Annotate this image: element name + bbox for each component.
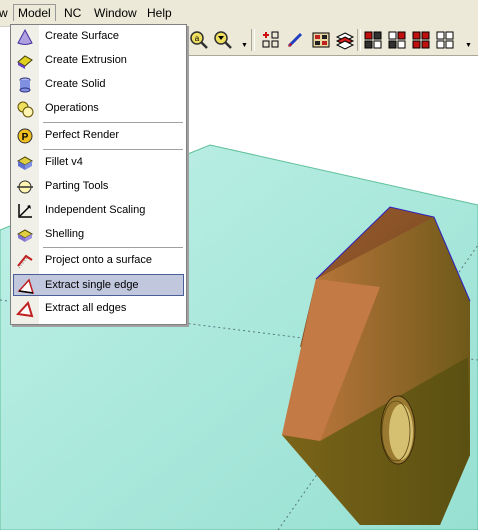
fillet-icon <box>16 156 34 170</box>
menu-item-label: Independent Scaling <box>45 204 146 216</box>
menu-item-label: Create Surface <box>45 30 119 42</box>
scaling-icon <box>18 204 32 218</box>
menu-item-extract-single-edge[interactable]: Extract single edge <box>13 274 184 296</box>
toolbar-dropdown-icon-2[interactable]: ▼ <box>465 42 472 49</box>
menu-item-label: Parting Tools <box>45 180 109 192</box>
menu-nc[interactable]: NC <box>64 6 81 20</box>
menu-item-create-solid[interactable]: Create Solid <box>11 74 186 96</box>
menu-item-label: Extract single edge <box>45 279 139 291</box>
operations-icon <box>17 101 34 118</box>
toolbar: a ▼ ▼ <box>185 26 478 56</box>
zoom-icon[interactable]: a <box>189 30 209 50</box>
menu-item-create-surface[interactable]: Create Surface <box>11 26 186 48</box>
extract-edge-icon <box>17 278 35 294</box>
project-icon <box>17 254 33 269</box>
zoom-window-icon[interactable] <box>213 30 233 50</box>
solid-cylinder-icon <box>19 77 31 93</box>
surface-icon <box>17 28 33 45</box>
svg-text:P: P <box>22 132 29 143</box>
extract-all-edges-icon <box>16 301 34 318</box>
toolbar-dropdown-icon[interactable]: ▼ <box>241 42 248 49</box>
menu-item-create-extrusion[interactable]: Create Extrusion <box>11 50 186 72</box>
svg-text:a: a <box>195 34 200 43</box>
menu-item-perfect-render[interactable]: P Perfect Render <box>11 125 186 147</box>
toolbar-separator <box>251 29 255 51</box>
menu-separator <box>43 149 183 151</box>
menu-separator <box>43 122 183 124</box>
menu-item-label: Project onto a surface <box>45 254 153 266</box>
part-hole-inner <box>389 404 413 460</box>
menu-item-label: Shelling <box>45 228 85 240</box>
menu-item-parting-tools[interactable]: Parting Tools <box>11 176 186 198</box>
extrusion-icon <box>17 55 33 69</box>
menu-item-extract-all-edges[interactable]: Extract all edges <box>11 298 186 320</box>
view-quad-icon[interactable] <box>411 30 431 50</box>
menu-item-project-onto-surface[interactable]: Project onto a surface <box>11 250 186 272</box>
view-split-icon[interactable] <box>435 30 455 50</box>
perfect-render-icon: P <box>17 128 33 144</box>
layers-icon[interactable] <box>335 30 355 50</box>
menu-model[interactable]: Model <box>13 4 56 21</box>
toolbar-separator-2 <box>357 29 361 51</box>
menu-bar: w Model NC Window Help <box>0 0 478 27</box>
parting-tools-icon <box>17 180 33 194</box>
menu-view-partial[interactable]: w <box>0 6 8 20</box>
view-layout-icon[interactable] <box>387 30 407 50</box>
render-modes-icon[interactable] <box>311 30 331 50</box>
menu-item-label: Create Solid <box>45 78 106 90</box>
menu-window[interactable]: Window <box>94 6 137 20</box>
menu-item-operations[interactable]: Operations <box>11 98 186 120</box>
menu-item-label: Perfect Render <box>45 129 119 141</box>
pen-icon[interactable] <box>285 30 305 50</box>
menu-item-fillet[interactable]: Fillet v4 <box>11 152 186 174</box>
model-menu: Create Surface Create Extrusion Create S… <box>10 24 187 325</box>
view-grid-icon[interactable] <box>363 30 383 50</box>
shelling-icon <box>16 229 34 242</box>
menu-item-independent-scaling[interactable]: Independent Scaling <box>11 200 186 222</box>
menu-item-label: Extract all edges <box>45 302 127 314</box>
menu-item-label: Fillet v4 <box>45 156 83 168</box>
menu-item-label: Create Extrusion <box>45 54 127 66</box>
menu-separator <box>43 247 183 249</box>
menu-item-shelling[interactable]: Shelling <box>11 224 186 246</box>
add-grid-icon[interactable] <box>261 30 281 50</box>
menu-help[interactable]: Help <box>147 6 172 20</box>
menu-item-label: Operations <box>45 102 99 114</box>
